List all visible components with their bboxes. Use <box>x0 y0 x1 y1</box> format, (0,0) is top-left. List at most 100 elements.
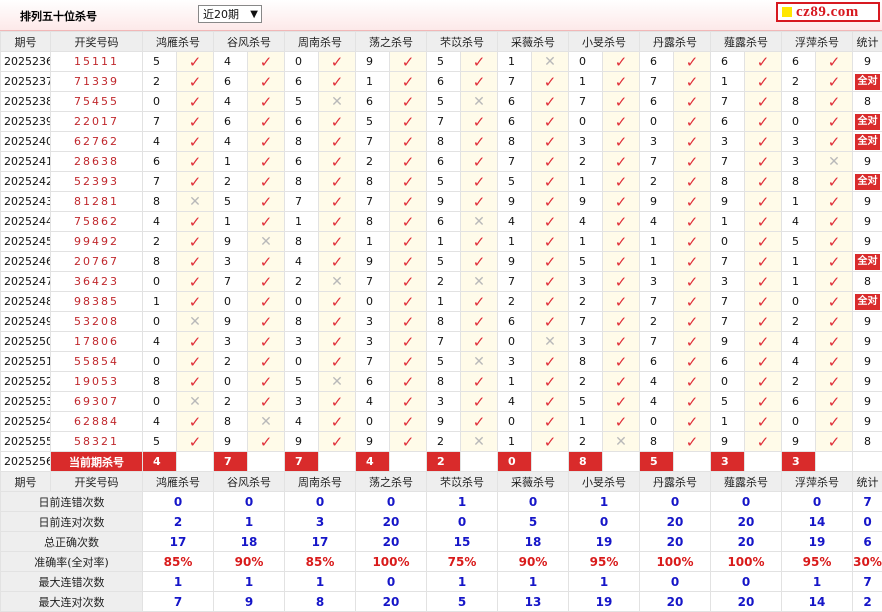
result-mark: ✓ <box>177 132 214 152</box>
check-icon: ✓ <box>402 173 415 191</box>
check-icon: ✓ <box>473 413 486 431</box>
row-stat: 全对 <box>853 132 882 152</box>
result-mark: ✕ <box>816 152 853 172</box>
row-stat: 8 <box>853 272 882 292</box>
result-mark: ✓ <box>177 172 214 192</box>
summary-label: 最大连错次数 <box>1 572 143 592</box>
result-mark: ✓ <box>319 432 356 452</box>
check-icon: ✓ <box>757 113 770 131</box>
period-select[interactable]: 近20期 ▼ <box>198 5 262 23</box>
result-mark: ✓ <box>603 252 640 272</box>
kill-value: 4 <box>214 52 248 72</box>
check-icon: ✓ <box>331 53 344 71</box>
summary-value: 75% <box>427 552 498 572</box>
result-mark: ✓ <box>248 152 285 172</box>
issue-number: 2025244 <box>1 212 51 232</box>
col-header-method: 丹露杀号 <box>640 32 711 52</box>
result-mark: ✓ <box>319 132 356 152</box>
result-mark: ✕ <box>532 52 569 72</box>
col-header-method: 薤露杀号 <box>711 472 782 492</box>
cross-icon: ✕ <box>473 274 485 290</box>
summary-value: 0 <box>782 492 853 512</box>
result-mark: ✓ <box>674 52 711 72</box>
result-mark: ✓ <box>248 252 285 272</box>
check-icon: ✓ <box>544 173 557 191</box>
period-select-value: 近20期 <box>203 8 239 21</box>
kill-value: 4 <box>569 212 603 232</box>
summary-value: 100% <box>356 552 427 572</box>
stat-value: 8 <box>864 275 871 288</box>
result-mark: ✓ <box>319 312 356 332</box>
table-row: 2025242523937✓2✓8✓8✓5✓5✓1✓2✓8✓8✓全对 <box>1 172 882 192</box>
kill-value: 2 <box>427 432 461 452</box>
result-mark: ✓ <box>745 332 782 352</box>
table-row: 2025247364230✓7✓2✕7✓2✕7✓3✓3✓3✓1✓8 <box>1 272 882 292</box>
kill-value: 4 <box>143 132 177 152</box>
result-mark: ✓ <box>248 312 285 332</box>
result-mark: ✓ <box>532 112 569 132</box>
kill-value: 6 <box>427 212 461 232</box>
kill-value: 2 <box>214 352 248 372</box>
result-mark: ✓ <box>461 152 498 172</box>
result-mark: ✓ <box>816 352 853 372</box>
kill-value: 8 <box>569 352 603 372</box>
check-icon: ✓ <box>615 313 628 331</box>
summary-value: 1 <box>214 572 285 592</box>
empty-cell <box>603 452 640 472</box>
kill-value: 6 <box>711 112 745 132</box>
summary-value: 20 <box>356 592 427 612</box>
kill-value: 6 <box>711 52 745 72</box>
row-stat: 9 <box>853 232 882 252</box>
kill-value: 1 <box>498 52 532 72</box>
table-row: 2025249532080✕9✓8✓3✓8✓6✓7✓2✓7✓2✓9 <box>1 312 882 332</box>
issue-number: 2025254 <box>1 412 51 432</box>
result-mark: ✓ <box>461 412 498 432</box>
result-mark: ✓ <box>674 412 711 432</box>
result-mark: ✓ <box>319 72 356 92</box>
kill-value: 9 <box>569 192 603 212</box>
kill-value: 4 <box>285 412 319 432</box>
kill-value: 0 <box>782 412 816 432</box>
kill-value: 2 <box>214 392 248 412</box>
kill-value: 1 <box>285 212 319 232</box>
kill-value: 0 <box>640 112 674 132</box>
check-icon: ✓ <box>615 333 628 351</box>
kill-value: 7 <box>711 292 745 312</box>
check-icon: ✓ <box>615 393 628 411</box>
kill-value: 6 <box>640 92 674 112</box>
row-stat: 全对 <box>853 112 882 132</box>
check-icon: ✓ <box>686 133 699 151</box>
cross-icon: ✕ <box>544 334 556 350</box>
kill-value: 9 <box>214 312 248 332</box>
check-icon: ✓ <box>473 153 486 171</box>
kill-value: 3 <box>285 392 319 412</box>
kill-value: 6 <box>427 72 461 92</box>
kill-value: 4 <box>143 412 177 432</box>
col-header-method: 荡之杀号 <box>356 472 427 492</box>
kill-value: 4 <box>285 252 319 272</box>
kill-value: 6 <box>782 52 816 72</box>
site-logo[interactable]: cz89.com <box>776 2 880 22</box>
stat-value: 9 <box>864 155 871 168</box>
check-icon: ✓ <box>402 333 415 351</box>
check-icon: ✓ <box>757 93 770 111</box>
kill-value: 4 <box>782 352 816 372</box>
kill-value: 2 <box>569 432 603 452</box>
kill-value: 7 <box>427 112 461 132</box>
check-icon: ✓ <box>260 73 273 91</box>
check-icon: ✓ <box>544 133 557 151</box>
kill-value: 6 <box>711 352 745 372</box>
draw-numbers: 22017 <box>51 112 143 132</box>
stat-value: 9 <box>864 415 871 428</box>
result-mark: ✓ <box>816 72 853 92</box>
result-mark: ✓ <box>816 392 853 412</box>
kill-value: 8 <box>782 92 816 112</box>
result-mark: ✓ <box>461 172 498 192</box>
result-mark: ✕ <box>461 212 498 232</box>
result-mark: ✓ <box>177 432 214 452</box>
result-mark: ✓ <box>248 292 285 312</box>
result-mark: ✓ <box>745 52 782 72</box>
table-row: 2025240627624✓4✓8✓7✓8✓8✓3✓3✓3✓3✓全对 <box>1 132 882 152</box>
row-stat: 9 <box>853 372 882 392</box>
summary-value: 90% <box>214 552 285 572</box>
